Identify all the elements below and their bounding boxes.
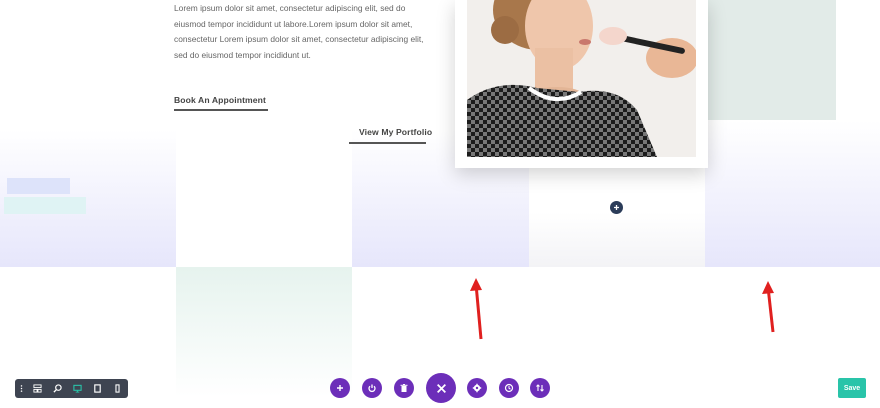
plus-icon <box>337 385 343 391</box>
white-block-col2 <box>176 130 352 267</box>
mint-block-bottom <box>176 267 352 397</box>
add-row-button[interactable] <box>610 201 623 214</box>
portrait-image <box>467 0 696 157</box>
tablet-icon[interactable] <box>87 380 107 398</box>
phone-icon[interactable] <box>107 380 127 398</box>
link-underline <box>349 142 426 144</box>
menu-dots-icon[interactable] <box>15 380 27 398</box>
desktop-icon[interactable] <box>67 380 87 398</box>
mint-block-top-right <box>705 0 836 120</box>
sort-button[interactable] <box>530 378 550 398</box>
body-paragraph: Lorem ipsum dolor sit amet, consectetur … <box>174 3 424 60</box>
view-portfolio-link[interactable]: View My Portfolio <box>359 127 432 137</box>
placeholder-bar <box>4 197 86 214</box>
trash-icon <box>400 384 408 392</box>
add-module-button[interactable] <box>330 378 350 398</box>
power-icon <box>368 384 376 393</box>
zoom-icon[interactable] <box>47 380 67 398</box>
photo-card <box>455 0 708 168</box>
gear-icon <box>472 383 482 393</box>
placeholder-bar <box>7 178 70 194</box>
plus-icon <box>614 205 619 210</box>
link-underline <box>174 109 268 111</box>
view-mode-toolbar <box>15 379 128 398</box>
close-button[interactable] <box>426 373 456 403</box>
sort-icon <box>536 384 544 392</box>
settings-button[interactable] <box>467 378 487 398</box>
delete-button[interactable] <box>394 378 414 398</box>
red-arrow-right <box>762 281 775 333</box>
power-button[interactable] <box>362 378 382 398</box>
red-arrow-left <box>470 278 483 340</box>
book-appointment-link[interactable]: Book An Appointment <box>174 95 266 105</box>
wireframe-icon[interactable] <box>27 380 47 398</box>
history-button[interactable] <box>499 378 519 398</box>
gradient-block-right <box>705 120 880 267</box>
save-button[interactable]: Save <box>838 378 866 398</box>
clock-icon <box>504 383 514 393</box>
close-icon <box>436 383 446 393</box>
